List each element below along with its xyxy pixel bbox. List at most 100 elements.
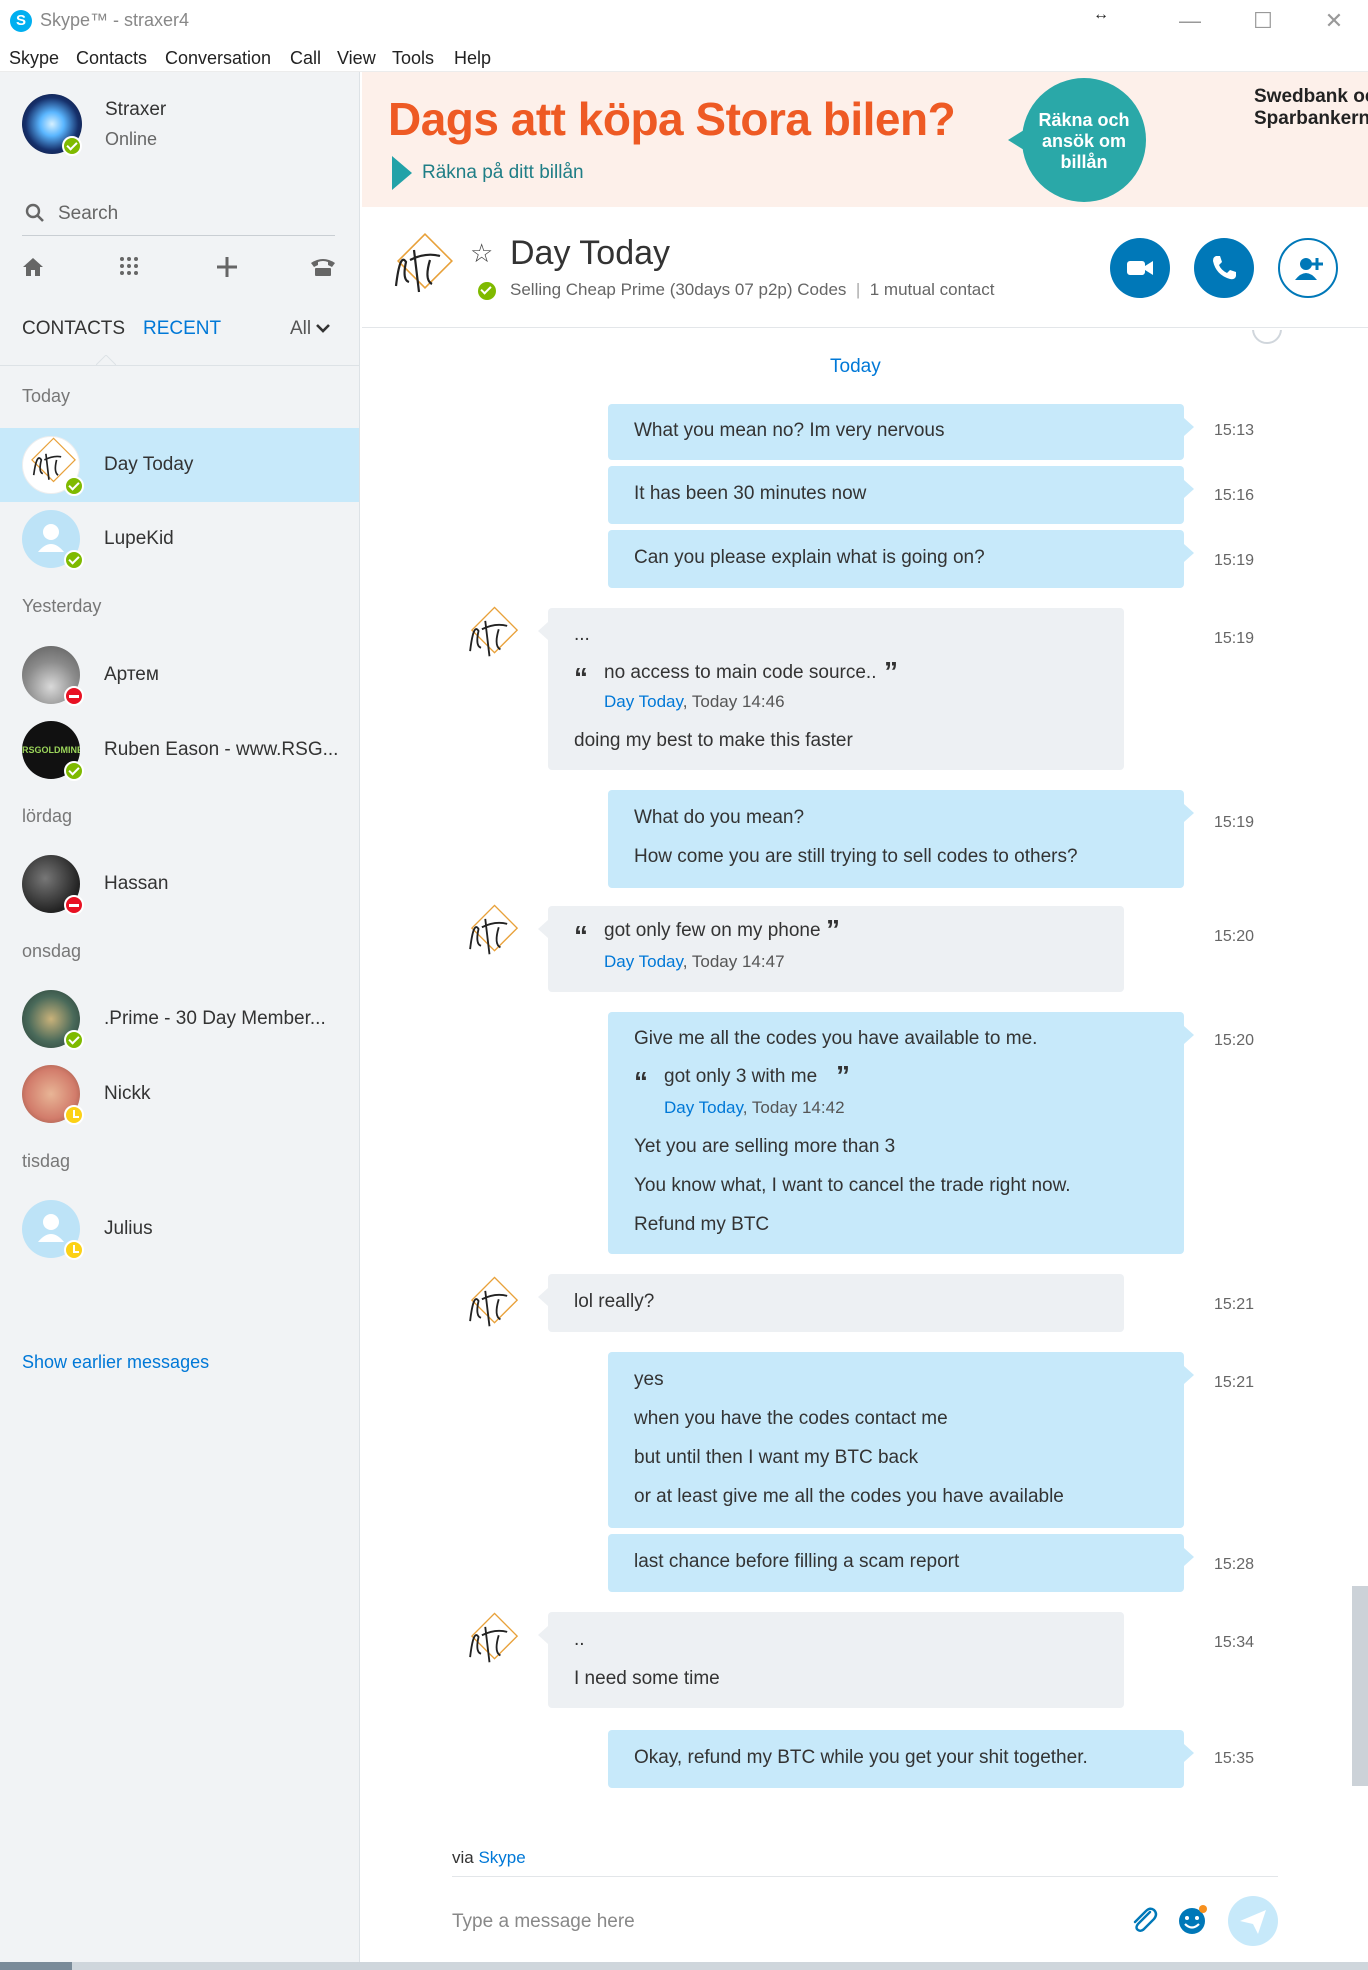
show-earlier-messages-link[interactable]: Show earlier messages xyxy=(22,1352,209,1373)
attachment-paperclip-icon[interactable] xyxy=(1124,1900,1164,1940)
ad-brand-line1: Swedbank och xyxy=(1254,86,1368,107)
video-camera-icon xyxy=(1127,261,1153,275)
my-status-text[interactable]: Online xyxy=(105,129,157,150)
via-prefix: via xyxy=(452,1848,479,1867)
divider xyxy=(0,365,359,366)
resize-arrows-icon: ↔ xyxy=(1093,6,1109,23)
search-input[interactable] xyxy=(58,196,328,232)
section-today: Today xyxy=(22,386,71,406)
quote-author[interactable]: Day Today xyxy=(604,952,683,971)
via-skype-link[interactable]: Skype xyxy=(478,1848,525,1867)
message-input[interactable] xyxy=(452,1900,1092,1944)
add-icon[interactable] xyxy=(212,254,242,284)
sender-avatar[interactable] xyxy=(460,902,524,966)
voice-call-button[interactable] xyxy=(1194,238,1254,298)
message-incoming[interactable]: ... “ no access to main code source.. ” … xyxy=(538,608,1124,770)
conversation-name[interactable]: Day Today xyxy=(510,234,670,273)
message-text: lol really? xyxy=(574,1291,655,1312)
contact-day-today[interactable]: Day Today xyxy=(0,428,359,502)
sender-avatar[interactable] xyxy=(460,604,524,668)
contact-name: Ruben Eason - www.RSG... xyxy=(104,739,339,760)
quote-meta: Day Today, Today 14:42 xyxy=(664,1098,845,1118)
mood-message: Selling Cheap Prime (30days 07 p2p) Code… xyxy=(510,280,847,299)
section-saturday: lördag xyxy=(22,806,73,826)
sender-avatar[interactable] xyxy=(460,1274,524,1338)
contact-hassan[interactable]: Hassan xyxy=(0,847,359,921)
my-name[interactable]: Straxer xyxy=(105,99,166,121)
message-outgoing[interactable]: Okay, refund my BTC while you get your s… xyxy=(608,1730,1194,1788)
menu-skype[interactable]: Skype xyxy=(9,48,59,69)
message-outgoing[interactable]: Can you please explain what is going on? xyxy=(608,530,1194,588)
message-outgoing[interactable]: It has been 30 minutes now xyxy=(608,466,1194,524)
my-status-online-icon xyxy=(62,136,82,156)
dialpad-icon[interactable] xyxy=(114,254,144,284)
message-time: 15:28 xyxy=(1214,1556,1255,1573)
message-outgoing[interactable]: last chance before filling a scam report xyxy=(608,1534,1194,1592)
menu-tools[interactable]: Tools xyxy=(392,48,434,69)
status-online-icon xyxy=(64,1030,84,1050)
scrollbar-thumb[interactable] xyxy=(1352,1586,1368,1786)
menu-conversation[interactable]: Conversation xyxy=(165,48,271,69)
message-text: but until then I want my BTC back xyxy=(634,1447,919,1468)
menu-bar: Skype Contacts Conversation Call View To… xyxy=(0,44,1368,72)
message-incoming[interactable]: lol really? xyxy=(538,1274,1124,1332)
emoticon-icon[interactable] xyxy=(1172,1900,1212,1940)
contact-artem[interactable]: Артем xyxy=(0,638,359,712)
add-people-button[interactable] xyxy=(1278,238,1338,298)
ad-subline[interactable]: Räkna på ditt billån xyxy=(422,162,584,184)
message-text: What you mean no? Im very nervous xyxy=(634,420,945,441)
search-box[interactable] xyxy=(22,196,335,236)
ad-cta-button[interactable]: Räkna och ansök om billån xyxy=(1008,78,1146,202)
message-outgoing[interactable]: Give me all the codes you have available… xyxy=(608,1012,1194,1254)
favorite-star-icon[interactable]: ☆ xyxy=(470,238,493,269)
message-outgoing[interactable]: What you mean no? Im very nervous xyxy=(608,404,1194,460)
message-text: .. xyxy=(574,1629,585,1650)
advertisement-banner[interactable]: Dags att köpa Stora bilen? Räkna på ditt… xyxy=(362,72,1368,207)
quote-open-icon: “ xyxy=(634,1066,648,1097)
ad-brand-line2: Sparbankerna xyxy=(1254,108,1368,129)
menu-call[interactable]: Call xyxy=(290,48,321,69)
send-button[interactable] xyxy=(1228,1896,1278,1946)
message-time: 15:21 xyxy=(1214,1374,1255,1391)
quote-meta: Day Today, Today 14:47 xyxy=(604,952,785,972)
message-text: You know what, I want to cancel the trad… xyxy=(634,1175,1071,1196)
message-incoming[interactable]: .. I need some time xyxy=(538,1612,1124,1708)
message-text: Okay, refund my BTC while you get your s… xyxy=(634,1747,1088,1768)
contact-ruben-eason[interactable]: RSGOLDMINE Ruben Eason - www.RSG... xyxy=(0,713,359,787)
conversation-avatar[interactable] xyxy=(384,230,460,306)
message-list[interactable]: Today What you mean no? Im very nervous … xyxy=(362,330,1368,1830)
quote-time: , Today 14:46 xyxy=(682,692,785,711)
filter-all-label: All xyxy=(290,318,312,339)
sender-avatar[interactable] xyxy=(460,1610,524,1674)
landline-phone-icon[interactable] xyxy=(308,254,338,284)
tab-recent[interactable]: RECENT xyxy=(143,318,221,340)
quote-author[interactable]: Day Today xyxy=(664,1098,743,1117)
maximize-button[interactable]: ☐ xyxy=(1235,4,1291,38)
contact-lupekid[interactable]: LupeKid xyxy=(0,502,359,576)
menu-help[interactable]: Help xyxy=(454,48,491,69)
message-incoming[interactable]: “ got only few on my phone ” Day Today, … xyxy=(538,906,1124,992)
tab-contacts[interactable]: CONTACTS xyxy=(22,318,125,340)
contact-nickk[interactable]: Nickk xyxy=(0,1057,359,1131)
message-text: Yet you are selling more than 3 xyxy=(634,1136,896,1157)
quote-time: , Today 14:47 xyxy=(682,952,785,971)
quote-text: got only few on my phone xyxy=(604,920,821,941)
menu-view[interactable]: View xyxy=(337,48,376,69)
quote-author[interactable]: Day Today xyxy=(604,692,683,711)
search-icon xyxy=(25,203,44,222)
video-call-button[interactable] xyxy=(1110,238,1170,298)
status-online-icon xyxy=(64,476,84,496)
contact-prime-30-day[interactable]: .Prime - 30 Day Member... xyxy=(0,982,359,1056)
faded-previous-message xyxy=(432,330,1032,370)
home-icon[interactable] xyxy=(18,254,48,284)
message-outgoing[interactable]: What do you mean? How come you are still… xyxy=(608,790,1194,888)
minimize-button[interactable]: — xyxy=(1162,4,1218,38)
filter-all-dropdown[interactable]: All xyxy=(290,318,331,340)
contact-julius[interactable]: Julius xyxy=(0,1192,359,1266)
close-button[interactable]: ✕ xyxy=(1306,4,1362,38)
globe-icon[interactable] xyxy=(1252,330,1282,344)
menu-contacts[interactable]: Contacts xyxy=(76,48,147,69)
mutual-contacts[interactable]: 1 mutual contact xyxy=(870,280,995,299)
message-outgoing[interactable]: yes when you have the codes contact me b… xyxy=(608,1352,1194,1528)
message-time: 15:13 xyxy=(1214,422,1255,439)
